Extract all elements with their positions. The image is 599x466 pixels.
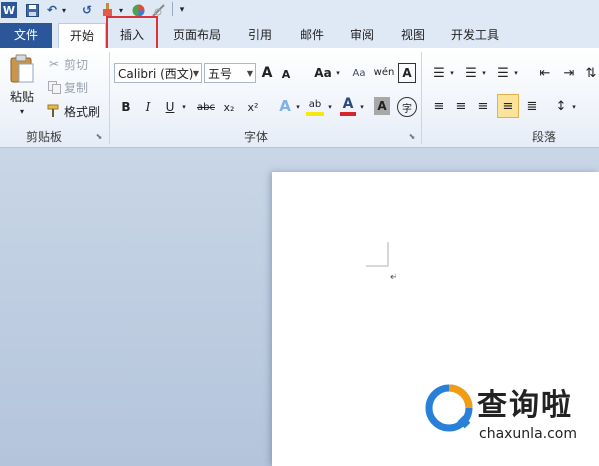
- paste-dropdown-icon[interactable]: ▾: [16, 106, 28, 116]
- font-group-label: 字体: [243, 130, 268, 144]
- numbering-dropdown-icon[interactable]: ▾: [480, 66, 488, 80]
- margin-corner-icon: ↵: [366, 242, 396, 282]
- align-left-icon[interactable]: ≡: [430, 96, 448, 116]
- tab-file[interactable]: 文件: [0, 23, 52, 48]
- font-color-dropdown-icon[interactable]: ▾: [358, 100, 366, 114]
- scissors-icon: ✂: [48, 57, 60, 71]
- text-effects-dropdown-icon[interactable]: ▾: [294, 100, 302, 114]
- enclose-characters-icon[interactable]: 字: [397, 97, 417, 117]
- line-spacing-icon[interactable]: ↕: [552, 96, 570, 116]
- clipboard-group-label: 剪贴板: [25, 130, 62, 144]
- sort-icon[interactable]: ⇅: [584, 63, 598, 83]
- paste-button[interactable]: 粘贴: [6, 88, 38, 104]
- underline-dropdown-icon[interactable]: ▾: [180, 100, 188, 114]
- tab-page-layout[interactable]: 页面布局: [164, 23, 230, 48]
- clear-format-icon[interactable]: Aa: [350, 63, 368, 83]
- multilevel-dropdown-icon[interactable]: ▾: [512, 66, 520, 80]
- group-divider: [421, 52, 422, 144]
- font-name-dropdown-icon[interactable]: ▼: [193, 64, 199, 84]
- chaxunla-watermark: 查询啦 chaxunla.com: [425, 380, 595, 450]
- line-spacing-dropdown-icon[interactable]: ▾: [570, 100, 578, 114]
- paste-icon[interactable]: [6, 54, 38, 84]
- font-name-value: Calibri (西文): [118, 67, 194, 81]
- copy-button[interactable]: 复制: [64, 79, 94, 95]
- phonetic-guide-icon[interactable]: wén: [374, 61, 395, 83]
- ribbon: 粘贴 ▾ ✂ 剪切 复制 格式刷 剪贴板 ⬊ Calibri (西文) ▼ 五号 ▼…: [0, 48, 599, 148]
- tab-mailings[interactable]: 邮件: [292, 23, 332, 48]
- undo-dropdown-icon[interactable]: ▾: [59, 2, 69, 18]
- font-size-dropdown-icon[interactable]: ▼: [247, 64, 253, 84]
- format-painter-icon: [46, 103, 62, 119]
- align-right-icon[interactable]: ≡: [474, 96, 492, 116]
- character-border-icon[interactable]: A: [398, 63, 416, 83]
- tab-view[interactable]: 视图: [393, 23, 433, 48]
- bullets-dropdown-icon[interactable]: ▾: [448, 66, 456, 80]
- group-divider: [109, 52, 110, 144]
- bold-button[interactable]: B: [118, 98, 134, 116]
- font-color-icon[interactable]: A: [340, 96, 356, 116]
- chaxunla-logo-icon: [425, 384, 473, 432]
- tab-review[interactable]: 审阅: [342, 23, 382, 48]
- redo-icon[interactable]: ↺: [80, 2, 94, 18]
- increase-indent-icon[interactable]: ⇥: [560, 63, 578, 83]
- change-case-icon[interactable]: Aa: [312, 63, 334, 83]
- superscript-button[interactable]: x²: [244, 98, 262, 116]
- distributed-icon[interactable]: ≣: [523, 96, 541, 116]
- align-center-icon[interactable]: ≡: [452, 96, 470, 116]
- insert-tab-highlight: [106, 16, 158, 52]
- multilevel-list-icon[interactable]: ☰: [494, 63, 512, 83]
- qat-divider: [172, 2, 173, 16]
- underline-button[interactable]: U: [162, 98, 178, 116]
- shrink-font-icon[interactable]: A: [280, 66, 292, 82]
- watermark-url: chaxunla.com: [479, 426, 577, 442]
- change-case-dropdown-icon[interactable]: ▾: [334, 66, 342, 80]
- customize-qat-icon[interactable]: ▾: [177, 2, 187, 18]
- font-name-combo[interactable]: Calibri (西文) ▼: [114, 63, 202, 83]
- italic-button[interactable]: I: [140, 98, 156, 116]
- tab-home[interactable]: 开始: [58, 23, 106, 49]
- font-size-combo[interactable]: 五号 ▼: [204, 63, 256, 83]
- subscript-button[interactable]: x₂: [220, 98, 238, 116]
- strikethrough-button[interactable]: abc: [196, 98, 216, 116]
- character-shading-icon[interactable]: A: [374, 97, 390, 115]
- watermark-title: 查询啦: [477, 388, 573, 423]
- paragraph-group-label: 段落: [531, 130, 556, 144]
- word-logo-icon: W: [1, 2, 17, 18]
- decrease-indent-icon[interactable]: ⇤: [536, 63, 554, 83]
- justify-icon[interactable]: ≡: [497, 94, 519, 118]
- font-size-value: 五号: [208, 67, 233, 81]
- copy-icon: [46, 79, 62, 95]
- clipboard-launcher-icon[interactable]: ⬊: [94, 131, 104, 141]
- numbering-icon[interactable]: ☰: [462, 63, 480, 83]
- tab-references[interactable]: 引用: [240, 23, 280, 48]
- text-effects-icon[interactable]: A: [276, 96, 294, 116]
- font-launcher-icon[interactable]: ⬊: [407, 131, 417, 141]
- quick-access-toolbar: W ↶ ▾ ↺ ▾ ▾: [0, 0, 599, 21]
- grow-font-icon[interactable]: A: [260, 63, 274, 83]
- tab-developer[interactable]: 开发工具: [442, 23, 508, 48]
- highlight-dropdown-icon[interactable]: ▾: [326, 100, 334, 114]
- bullets-icon[interactable]: ☰: [430, 63, 448, 83]
- cut-button[interactable]: 剪切: [64, 56, 94, 72]
- ribbon-tabs: 文件 开始 插入 页面布局 引用 邮件 审阅 视图 开发工具: [0, 20, 599, 49]
- svg-text:↵: ↵: [390, 272, 396, 282]
- undo-icon[interactable]: ↶: [45, 2, 59, 18]
- highlight-icon[interactable]: ab: [306, 96, 324, 116]
- format-painter-button[interactable]: 格式刷: [64, 103, 104, 119]
- save-icon[interactable]: [24, 2, 40, 18]
